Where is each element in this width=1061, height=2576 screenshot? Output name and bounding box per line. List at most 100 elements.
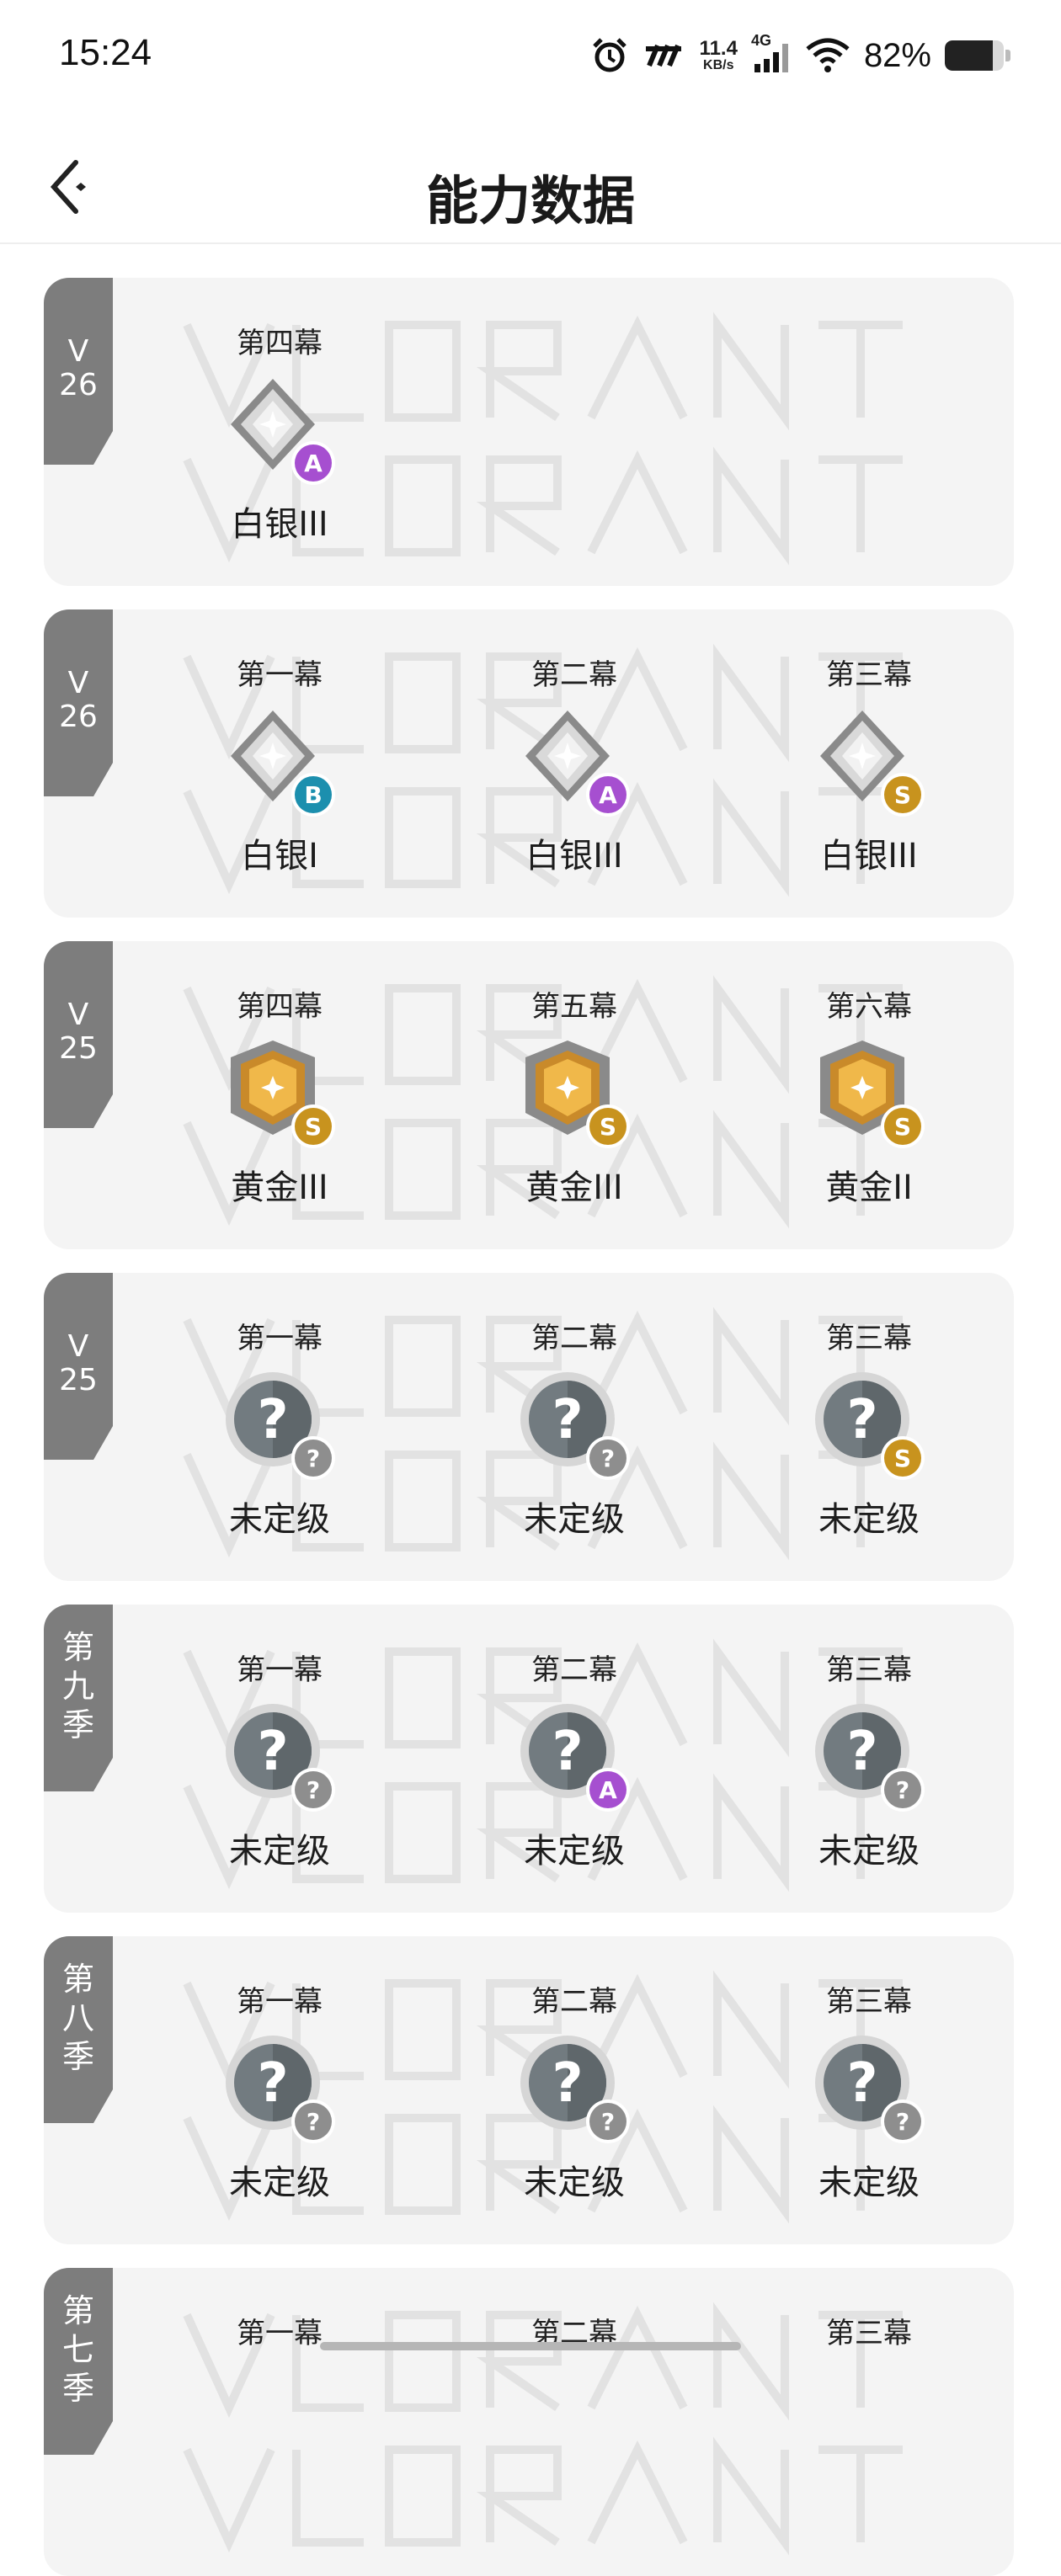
unranked-rank-emblem-icon: ? ? xyxy=(226,1372,335,1480)
season-label: 第 九 季 xyxy=(61,1629,94,1743)
act-rank-item[interactable]: 第三幕 ? ? 未定级 xyxy=(768,1936,970,2244)
svg-text:?: ? xyxy=(257,2052,288,2115)
signal-icon: 4G xyxy=(751,32,792,74)
act-rank-item[interactable]: 第一幕 ? ? 未定级 xyxy=(179,1273,381,1581)
season-card: 第 八 季第一幕 ? ? 未定级 第二幕 ? ? 未定级 第三幕 ? ? 未定级 xyxy=(44,1936,1014,2244)
season-card: V 26 第四幕 A 白银III xyxy=(44,278,1014,586)
unranked-rank-emblem-icon: ? ? xyxy=(520,1372,630,1480)
svg-text:S: S xyxy=(894,1445,911,1472)
gold-rank-emblem-icon: S xyxy=(231,1041,335,1148)
act-rank-item[interactable]: 第四幕 A 白银III xyxy=(179,278,381,586)
grade-badge-icon: A xyxy=(586,1768,630,1812)
act-rank-item[interactable]: 第四幕 S 黄金III xyxy=(179,941,381,1249)
act-label: 第二幕 xyxy=(531,1322,617,1355)
rank-label: 黄金III xyxy=(525,1168,623,1207)
battery-percent: 82% xyxy=(863,36,931,74)
act-rank-item[interactable]: 第二幕 A 白银III xyxy=(473,609,675,918)
act-rank-item[interactable]: 第二幕 xyxy=(473,2268,675,2576)
act-rank-item[interactable]: 第一幕 ? ? 未定级 xyxy=(179,1605,381,1913)
act-rank-item[interactable]: 第二幕 ? ? 未定级 xyxy=(473,1936,675,2244)
season-tag: V 26 xyxy=(44,609,113,796)
act-label: 第三幕 xyxy=(826,2317,912,2350)
svg-text:?: ? xyxy=(552,1389,583,1451)
season-label: V 26 xyxy=(59,334,98,402)
grade-badge-icon: S xyxy=(291,1104,335,1148)
act-rank-item[interactable]: 第三幕 S 白银III xyxy=(768,609,970,918)
act-label: 第六幕 xyxy=(826,990,912,1024)
act-label: 第二幕 xyxy=(531,1985,617,2019)
unranked-rank-emblem-icon: ? ? xyxy=(520,2036,630,2143)
act-rank-item[interactable]: 第一幕 ? ? 未定级 xyxy=(179,1936,381,2244)
season-label: V 25 xyxy=(59,1329,98,1397)
svg-text:?: ? xyxy=(307,1445,320,1472)
svg-text:?: ? xyxy=(257,1389,288,1451)
rank-label: 未定级 xyxy=(524,1832,625,1871)
svg-text:S: S xyxy=(894,781,911,809)
svg-text:?: ? xyxy=(846,2052,877,2115)
act-rank-item[interactable]: 第三幕 xyxy=(768,2268,970,2576)
status-icons: 11.4 KB/s 4G 82% xyxy=(590,30,1010,81)
act-rank-item[interactable]: 第一幕 B 白银I xyxy=(179,609,381,918)
rank-label: 未定级 xyxy=(818,2164,920,2202)
wifi-icon xyxy=(806,38,850,72)
act-label: 第一幕 xyxy=(237,658,323,692)
season-label: V 25 xyxy=(59,998,98,1066)
act-label: 第二幕 xyxy=(531,1653,617,1687)
act-label: 第一幕 xyxy=(237,1653,323,1687)
season-label: V 26 xyxy=(59,666,98,734)
act-rank-item[interactable]: 第五幕 S 黄金III xyxy=(473,941,675,1249)
act-rank-item[interactable]: 第六幕 S 黄金II xyxy=(768,941,970,1249)
svg-text:?: ? xyxy=(846,1389,877,1451)
act-label: 第三幕 xyxy=(826,1653,912,1687)
header: 能力数据 xyxy=(0,135,1061,244)
season-card: 第 七 季 第一幕 第二幕 第三幕 xyxy=(44,2268,1014,2576)
unranked-rank-emblem-icon: ? ? xyxy=(815,2036,925,2143)
rank-label: 白银I xyxy=(241,837,318,876)
unranked-rank-emblem-icon: ? ? xyxy=(226,2036,335,2143)
grade-badge-icon: S xyxy=(881,773,925,817)
grade-badge-icon: S xyxy=(586,1104,630,1148)
grade-badge-icon: ? xyxy=(881,2100,925,2143)
season-card: V 25 第一幕 ? ? 未定级 第二幕 ? ? 未定级 第三幕 ? S 未定级 xyxy=(44,1273,1014,1581)
grade-badge-icon: B xyxy=(291,773,335,817)
page-title: 能力数据 xyxy=(425,170,635,232)
svg-text:?: ? xyxy=(307,1776,320,1804)
svg-text:?: ? xyxy=(307,2108,320,2136)
silver-rank-emblem-icon: S xyxy=(820,711,925,817)
svg-text:?: ? xyxy=(552,1721,583,1783)
grade-badge-icon: S xyxy=(881,1104,925,1148)
home-indicator xyxy=(320,2342,741,2350)
season-card: V 25 第四幕 S 黄金III 第五幕 S 黄金III 第六幕 S 黄金II xyxy=(44,941,1014,1249)
rank-label: 未定级 xyxy=(229,1500,330,1539)
grade-badge-icon: ? xyxy=(291,2100,335,2143)
svg-text:?: ? xyxy=(601,2108,615,2136)
act-rank-item[interactable]: 第一幕 xyxy=(179,2268,381,2576)
svg-text:?: ? xyxy=(257,1721,288,1783)
act-label: 第三幕 xyxy=(826,658,912,692)
season-tag: V 25 xyxy=(44,941,113,1128)
svg-text:S: S xyxy=(305,1113,322,1141)
act-label: 第五幕 xyxy=(531,990,617,1024)
act-rank-item[interactable]: 第二幕 ? ? 未定级 xyxy=(473,1273,675,1581)
svg-text:S: S xyxy=(894,1113,911,1141)
rank-label: 白银III xyxy=(820,837,918,876)
silver-rank-emblem-icon: B xyxy=(231,711,335,817)
act-rank-item[interactable]: 第二幕 ? A 未定级 xyxy=(473,1605,675,1913)
season-tag: 第 八 季 xyxy=(44,1936,113,2123)
grade-badge-icon: S xyxy=(881,1436,925,1480)
svg-text:?: ? xyxy=(896,2108,909,2136)
gold-rank-emblem-icon: S xyxy=(820,1041,925,1148)
act-rank-item[interactable]: 第三幕 ? S 未定级 xyxy=(768,1273,970,1581)
season-label: 第 八 季 xyxy=(61,1961,94,2075)
act-label: 第四幕 xyxy=(237,990,323,1024)
gold-rank-emblem-icon: S xyxy=(525,1041,630,1148)
svg-text:?: ? xyxy=(552,2052,583,2115)
season-tag: V 25 xyxy=(44,1273,113,1460)
unranked-rank-emblem-icon: ? A xyxy=(520,1704,630,1812)
act-label: 第四幕 xyxy=(237,327,323,360)
alarm-icon xyxy=(592,38,626,72)
season-card: V 26 第一幕 B 白银I 第二幕 A 白银III 第三幕 S 白银III xyxy=(44,609,1014,918)
rank-label: 黄金II xyxy=(825,1168,913,1207)
act-rank-item[interactable]: 第三幕 ? ? 未定级 xyxy=(768,1605,970,1913)
unranked-rank-emblem-icon: ? ? xyxy=(815,1704,925,1812)
